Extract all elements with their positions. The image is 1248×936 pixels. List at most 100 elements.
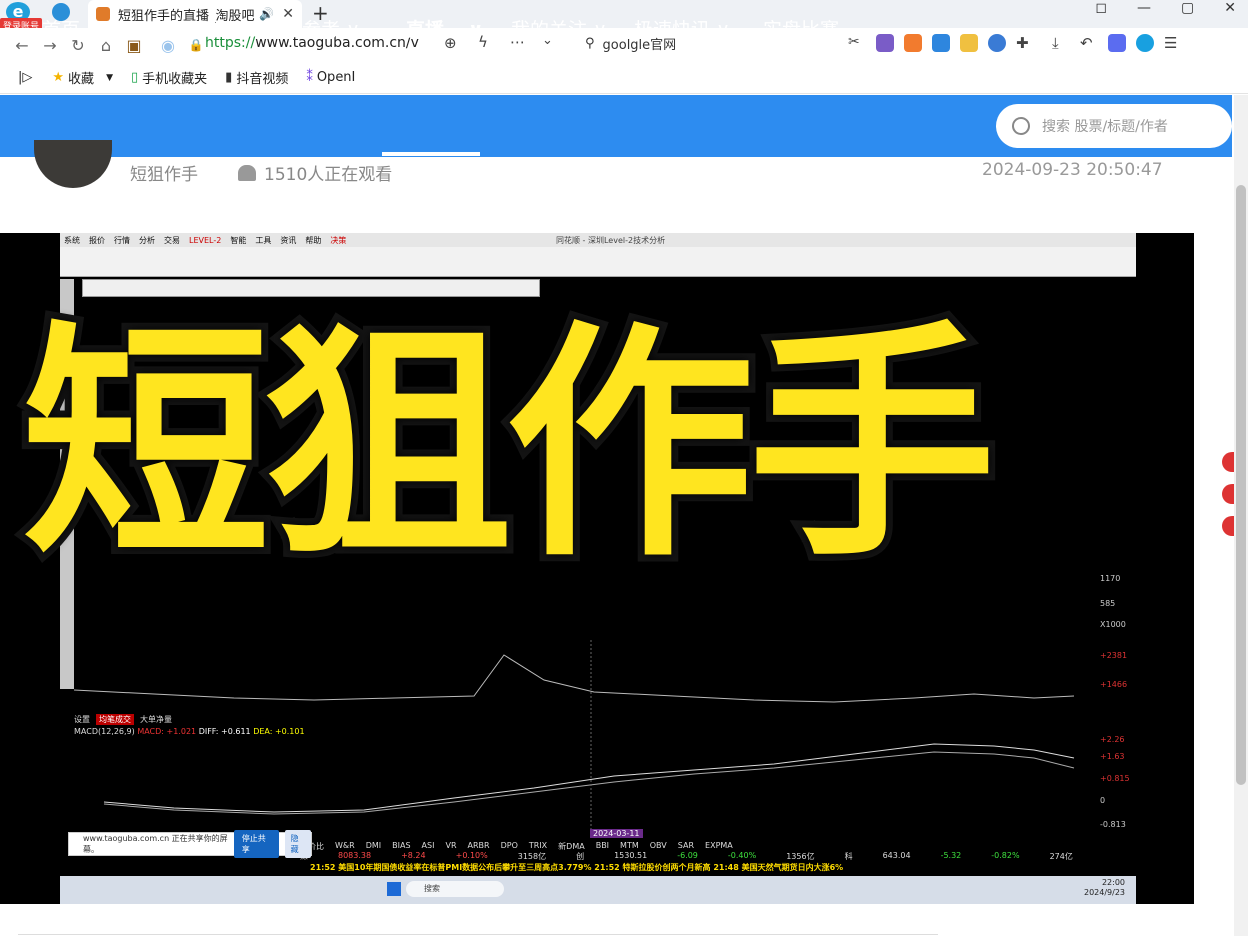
- nav-home[interactable]: 首页: [42, 0, 80, 62]
- quote-value: 643.04: [882, 851, 911, 860]
- nav-label: 首页: [42, 19, 81, 41]
- nav-following[interactable]: 我的关注 ∨: [511, 0, 607, 62]
- volume-axis-label: 585: [1100, 599, 1116, 608]
- phone-icon: ▯: [130, 70, 139, 85]
- sub-tab[interactable]: 设置: [74, 714, 90, 725]
- site-search-placeholder: 搜索 股票/标题/作者: [1042, 119, 1168, 135]
- app-menu-item: LEVEL-2: [189, 235, 222, 245]
- trading-app-title: 同花顺 - 深圳Level-2技术分析: [556, 236, 666, 245]
- quote-value: 8083.38: [338, 851, 372, 860]
- volume-axis-label: 1170: [1100, 574, 1121, 583]
- screen-share-popup: www.taoguba.com.cn 正在共享你的屏幕。 停止共享 隐藏: [68, 830, 312, 858]
- nav-live[interactable]: 直播 ∨: [406, 0, 483, 62]
- scrollbar-thumb[interactable]: [1236, 185, 1246, 785]
- openai-icon: ⁑: [306, 70, 313, 85]
- indicator-sub-tabs: 设置 均笔成交 大单净量: [74, 714, 172, 725]
- macd-axis-label: 0: [1100, 796, 1106, 805]
- bookmark-item[interactable]: ★ 收藏 ▼: [52, 68, 113, 87]
- nav-forum[interactable]: 淘股论坛 ∨: [141, 0, 237, 62]
- app-menu-item: 资讯: [280, 235, 297, 245]
- macd-axis-label: +0.815: [1100, 774, 1130, 783]
- nav-flash-news[interactable]: 极速快讯 ∨: [634, 0, 730, 62]
- quote-value: -0.82%: [991, 851, 1020, 860]
- window-controls: ◻ — ▢ ✕: [1095, 0, 1236, 16]
- screenshot-icon[interactable]: [932, 34, 950, 52]
- minimize-icon[interactable]: —: [1137, 0, 1151, 16]
- side-widget-icon[interactable]: [1222, 516, 1234, 536]
- bookmark-label: 手机收藏夹: [142, 72, 208, 87]
- macd-dea-line: [103, 751, 1075, 815]
- quote-value: +0.10%: [455, 851, 488, 860]
- overlay-title: 短狙作手: [15, 302, 1003, 590]
- undo-icon[interactable]: ↶: [1080, 34, 1098, 52]
- app-menu-item: 帮助: [305, 235, 322, 245]
- ai-icon[interactable]: [1108, 34, 1126, 52]
- chevron-down-icon: ∨: [716, 19, 730, 41]
- nav-label: 策略参考: [264, 19, 341, 41]
- date-marker: 2024-03-11: [590, 829, 643, 838]
- viewer-count-text: 1510人正在观看: [264, 165, 393, 185]
- taoguba-favicon-icon: [96, 7, 110, 21]
- author-avatar[interactable]: [34, 140, 112, 188]
- bookmark-label: OpenI: [316, 70, 356, 85]
- stop-sharing-button[interactable]: 停止共享: [233, 830, 279, 858]
- macd-axis-label: -0.813: [1100, 820, 1126, 829]
- note-icon[interactable]: [960, 34, 978, 52]
- chevron-down-icon: ∨: [346, 19, 360, 41]
- nav-label: 我的关注: [511, 19, 588, 41]
- home-icon[interactable]: ⌂: [92, 36, 120, 55]
- app-menu-item: 智能: [230, 235, 247, 245]
- nav-contest[interactable]: 实盘比赛: [763, 0, 839, 62]
- side-widget-icon[interactable]: [1222, 484, 1234, 504]
- star-icon: ★: [52, 70, 65, 85]
- pin-icon[interactable]: ◻: [1095, 0, 1107, 16]
- macd-name: MACD(12,26,9): [74, 727, 135, 736]
- puzzle-icon[interactable]: ✚: [1016, 34, 1034, 52]
- menu-icon[interactable]: ☰: [1164, 34, 1182, 52]
- macd-value: MACD: +1.021: [137, 727, 197, 736]
- quote-value: 1356亿: [786, 852, 815, 861]
- sub-tab-active[interactable]: 均笔成交: [96, 714, 134, 725]
- nav-strategy[interactable]: 策略参考 ∨: [264, 0, 360, 62]
- volume-axis-label: X1000: [1100, 620, 1126, 629]
- axis-label: +2381: [1100, 651, 1128, 660]
- bookmark-label: 收藏: [68, 72, 95, 87]
- taskbar-clock: 22:00 2024/9/23: [1084, 878, 1125, 898]
- bookmark-item[interactable]: ⁑ OpenI: [306, 70, 355, 85]
- nav-label: 直播: [406, 19, 445, 41]
- bookmarks-bar: |▷ ★ 收藏 ▼ ▯ 手机收藏夹 ▮ 抖音视频 ⁑ OpenI: [0, 62, 1248, 94]
- sync-icon[interactable]: [1136, 34, 1154, 52]
- bookmark-item[interactable]: ▯ 手机收藏夹: [131, 68, 207, 87]
- quote-value: 3158亿: [517, 852, 547, 861]
- vpn-icon[interactable]: [988, 34, 1006, 52]
- maximize-icon[interactable]: ▢: [1181, 0, 1194, 16]
- app-menu-item: 交易: [164, 235, 180, 245]
- close-window-icon[interactable]: ✕: [1224, 0, 1236, 16]
- quote-value: 274亿: [1049, 852, 1073, 861]
- app-menu-item: 系统: [64, 235, 80, 245]
- cut-icon[interactable]: ✂: [848, 34, 866, 52]
- folder-icon: ▮: [225, 70, 233, 85]
- site-search-input[interactable]: 搜索 股票/标题/作者: [996, 104, 1232, 148]
- drawing-toolbar: [82, 279, 540, 297]
- macd-label: MACD(12,26,9) MACD: +1.021 DIFF: +0.611 …: [74, 727, 305, 736]
- gamepad-icon[interactable]: [904, 34, 922, 52]
- nav-label: 淘股论坛: [141, 19, 218, 41]
- download-icon[interactable]: ⤓: [1052, 34, 1070, 52]
- quote-value: 科: [844, 852, 853, 861]
- quote-value: 1530.51: [614, 851, 648, 860]
- translate-icon[interactable]: [876, 34, 894, 52]
- app-menu-item: 行情: [114, 235, 130, 245]
- side-widget-icon[interactable]: [1222, 452, 1234, 472]
- hide-popup-button[interactable]: 隐藏: [284, 830, 311, 858]
- stream-timestamp: 2024-09-23 20:50:47: [982, 160, 1163, 180]
- macd-axis-label: +1.63: [1100, 752, 1125, 761]
- sub-tab[interactable]: 大单净量: [140, 714, 172, 725]
- back-icon[interactable]: ←: [8, 36, 36, 55]
- chevron-down-icon: ∨: [223, 19, 237, 41]
- author-name[interactable]: 短狙作手: [130, 160, 198, 185]
- sidebar-toggle-icon[interactable]: |▷: [18, 70, 32, 85]
- bookmark-item[interactable]: ▮ 抖音视频: [225, 68, 288, 87]
- active-nav-indicator: [382, 152, 480, 156]
- dropdown-icon: ▼: [106, 72, 113, 83]
